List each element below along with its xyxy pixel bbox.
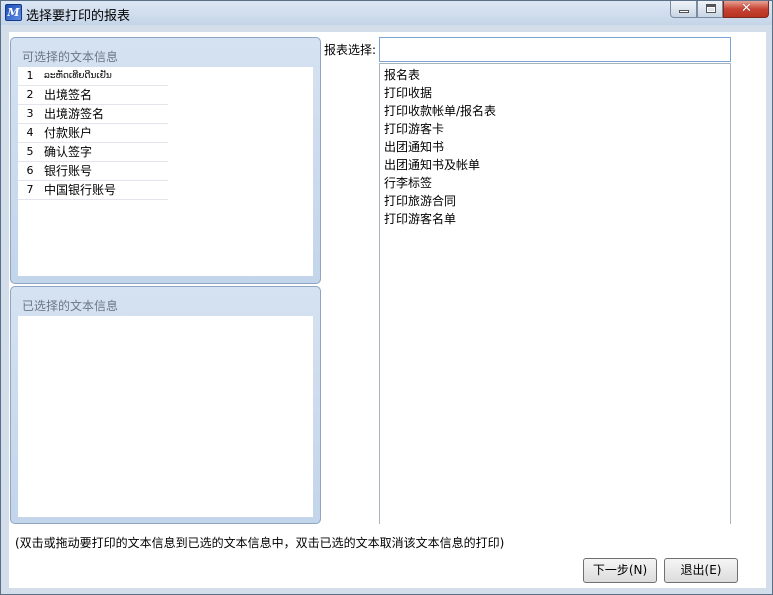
row-label: ລະຫັດເທີຍດີນເຢັນ <box>44 71 112 81</box>
app-icon: M <box>5 4 22 21</box>
selected-text-list[interactable] <box>18 316 313 517</box>
row-label: 银行账号 <box>44 164 93 178</box>
list-item[interactable]: 1 ລະຫັດເທີຍດີນເຢັນ <box>18 67 168 86</box>
available-text-panel: 可选择的文本信息 1 ລະຫັດເທີຍດີນເຢັນ 2 出境签名 3 出境游… <box>10 37 321 284</box>
report-list-item[interactable]: 打印游客名单 <box>384 210 456 228</box>
minimize-button[interactable] <box>670 1 697 18</box>
exit-button[interactable]: 退出(E) <box>664 558 738 583</box>
close-icon: ✕ <box>741 1 752 16</box>
report-list-item[interactable]: 出团通知书及帐单 <box>384 156 480 174</box>
row-number: 7 <box>26 183 34 196</box>
row-number: 4 <box>26 126 34 139</box>
list-item[interactable]: 5 确认签字 <box>18 143 168 162</box>
title-bar[interactable]: M 选择要打印的报表 ✕ <box>1 1 772 25</box>
report-list-item[interactable]: 打印旅游合同 <box>384 192 456 210</box>
list-item[interactable]: 7 中国银行账号 <box>18 181 168 200</box>
available-text-caption: 可选择的文本信息 <box>22 50 119 64</box>
row-label: 出境游签名 <box>44 107 105 121</box>
list-item[interactable]: 3 出境游签名 <box>18 105 168 124</box>
report-list-item[interactable]: 报名表 <box>384 66 420 84</box>
close-button[interactable]: ✕ <box>723 1 769 18</box>
maximize-icon <box>706 4 716 13</box>
list-item[interactable]: 4 付款账户 <box>18 124 168 143</box>
row-label: 付款账户 <box>44 126 93 140</box>
row-number: 5 <box>26 145 34 158</box>
row-number: 2 <box>26 88 34 101</box>
row-number: 1 <box>26 69 34 82</box>
selected-text-caption: 已选择的文本信息 <box>22 299 119 313</box>
row-label: 中国银行账号 <box>44 183 117 197</box>
window-title: 选择要打印的报表 <box>26 9 131 24</box>
available-text-list[interactable]: 1 ລະຫັດເທີຍດີນເຢັນ 2 出境签名 3 出境游签名 4 付款账户… <box>18 67 313 276</box>
row-number: 6 <box>26 164 34 177</box>
report-list-item[interactable]: 打印收款帐单/报名表 <box>384 102 496 120</box>
dialog-window: M 选择要打印的报表 ✕ 可选择的文本信息 1 ລະຫັດເທີຍດີນເຢັນ… <box>0 0 773 595</box>
row-label: 确认签字 <box>44 145 93 159</box>
report-select-label: 报表选择: <box>324 43 377 57</box>
dialog-content: 可选择的文本信息 1 ລະຫັດເທີຍດີນເຢັນ 2 出境签名 3 出境游… <box>9 32 766 588</box>
list-item[interactable]: 2 出境签名 <box>18 86 168 105</box>
next-step-button[interactable]: 下一步(N) <box>583 558 657 583</box>
instruction-hint: (双击或拖动要打印的文本信息到已选的文本信息中，双击已选的文本取消该文本信息的打… <box>15 536 505 550</box>
report-list-item[interactable]: 行李标签 <box>384 174 432 192</box>
report-list[interactable]: 报名表 打印收据 打印收款帐单/报名表 打印游客卡 出团通知书 出团通知书及帐单… <box>379 63 731 524</box>
selected-text-panel: 已选择的文本信息 <box>10 286 321 524</box>
report-list-item[interactable]: 打印收据 <box>384 84 432 102</box>
report-select-input[interactable] <box>379 37 731 62</box>
report-list-item[interactable]: 出团通知书 <box>384 138 444 156</box>
minimize-icon <box>679 10 689 13</box>
row-label: 出境签名 <box>44 88 93 102</box>
maximize-button[interactable] <box>697 1 723 18</box>
row-number: 3 <box>26 107 34 120</box>
report-list-item[interactable]: 打印游客卡 <box>384 120 444 138</box>
list-item[interactable]: 6 银行账号 <box>18 162 168 181</box>
